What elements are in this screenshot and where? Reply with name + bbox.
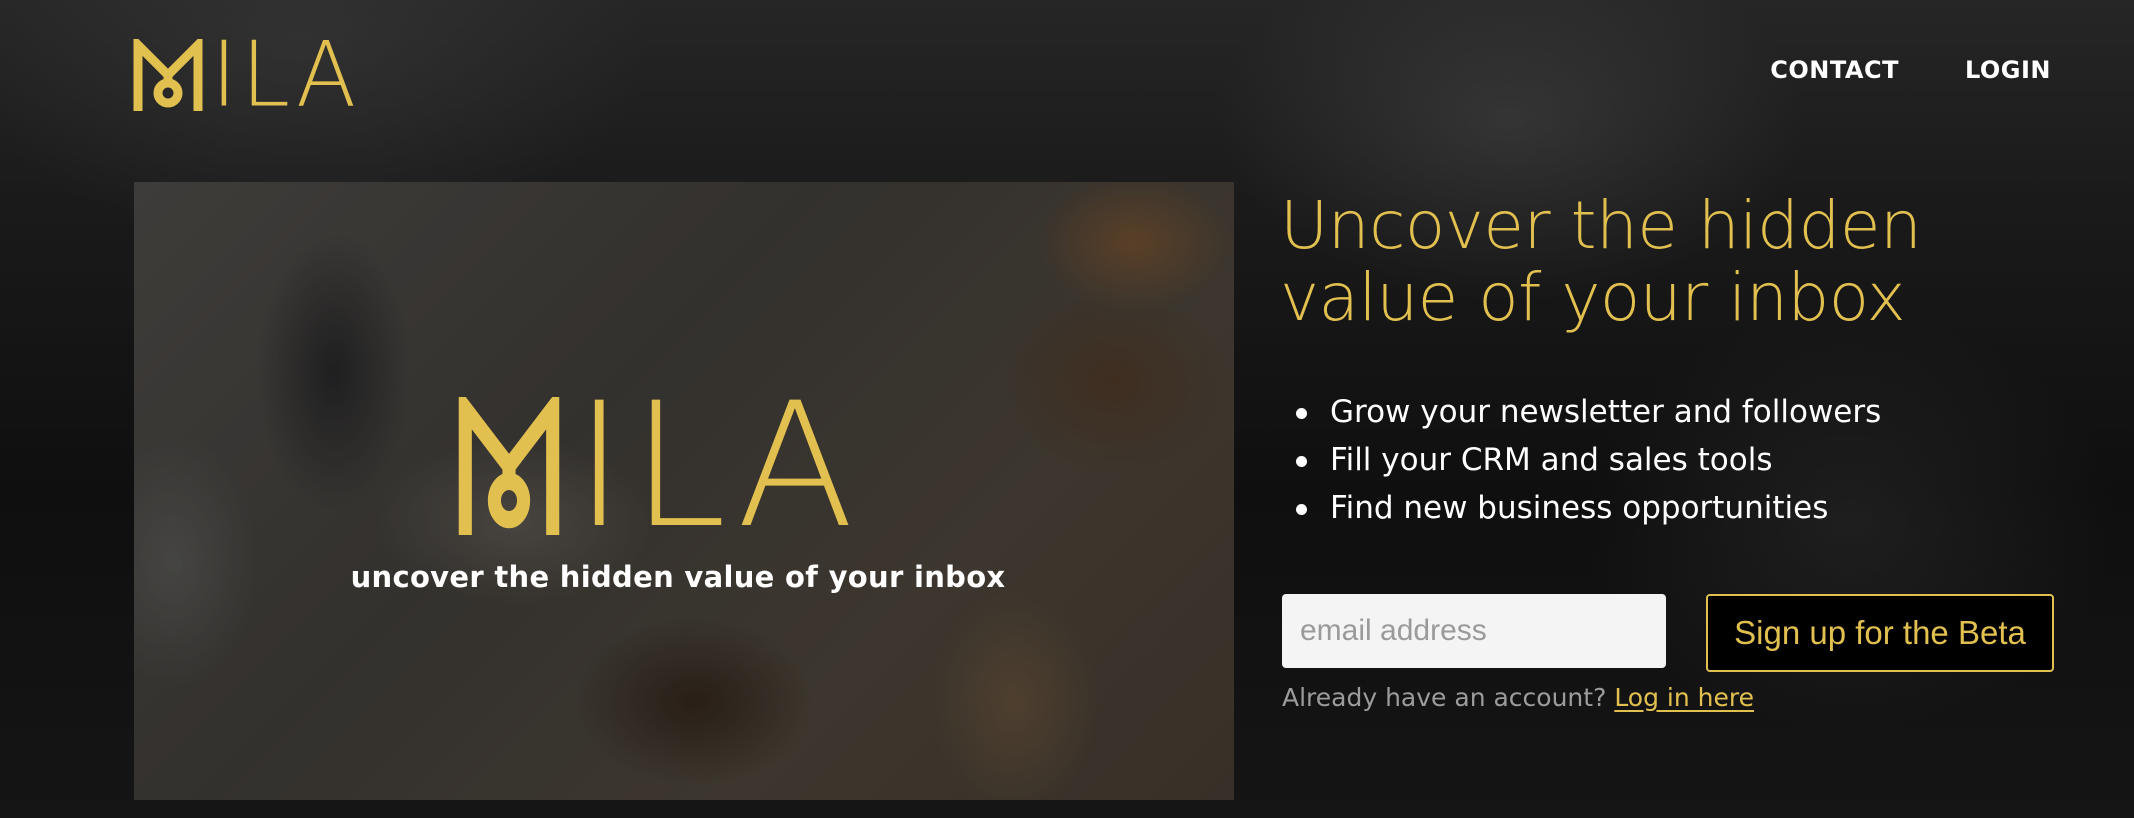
- signup-beta-button[interactable]: Sign up for the Beta: [1706, 594, 2054, 672]
- nav-contact-link[interactable]: CONTACT: [1770, 56, 1899, 84]
- hero-tagline: uncover the hidden value of your inbox: [350, 560, 1006, 594]
- nav-login-link[interactable]: LOGIN: [1965, 56, 2051, 84]
- list-item: Grow your newsletter and followers: [1295, 388, 1881, 436]
- email-input[interactable]: [1282, 594, 1666, 668]
- page-headline: Uncover the hidden value of your inbox: [1280, 187, 1922, 336]
- top-nav: CONTACT LOGIN: [1770, 56, 2051, 84]
- mila-m-icon: [133, 39, 203, 111]
- list-item: Fill your CRM and sales tools: [1295, 436, 1881, 484]
- list-item: Find new business opportunities: [1295, 484, 1881, 532]
- feature-list: Grow your newsletter and followers Fill …: [1282, 388, 1881, 532]
- hero-logo-wordmark: ILA: [574, 365, 861, 566]
- login-here-link[interactable]: Log in here: [1614, 683, 1754, 712]
- site-logo[interactable]: ILA: [133, 21, 361, 128]
- logo-wordmark: ILA: [211, 21, 361, 128]
- hero-image: ILA uncover the hidden value of your inb…: [134, 182, 1234, 800]
- login-prompt: Already have an account? Log in here: [1282, 683, 1754, 712]
- mila-m-icon: [458, 397, 560, 535]
- account-prompt-text: Already have an account?: [1282, 683, 1607, 712]
- hero-logo: ILA: [458, 365, 861, 566]
